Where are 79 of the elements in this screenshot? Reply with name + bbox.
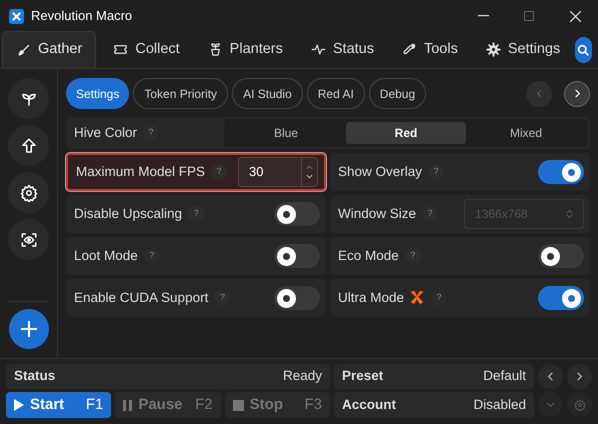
segment-option[interactable]: Blue — [226, 122, 346, 144]
start-button[interactable]: Start F1 — [6, 392, 112, 418]
toggle-switch[interactable] — [538, 244, 584, 268]
help-badge[interactable]: ? — [188, 206, 204, 222]
subtab[interactable]: Settings — [66, 78, 130, 109]
app-logo-icon — [9, 8, 24, 24]
subtab[interactable]: AI Studio — [232, 78, 303, 109]
setting-label: Eco Mode — [338, 246, 399, 265]
toggle-switch[interactable] — [274, 286, 320, 310]
window-title: Revolution Macro — [31, 7, 132, 26]
settings-icon — [574, 398, 586, 410]
number-field[interactable]: 30 — [238, 157, 318, 187]
play-icon — [14, 399, 24, 411]
search-button[interactable] — [575, 37, 592, 63]
settings-button[interactable] — [8, 172, 49, 213]
settings-icon — [20, 184, 38, 202]
plus-icon — [20, 320, 38, 338]
tab[interactable]: Settings — [472, 31, 574, 68]
setting-label: Ultra Mode — [338, 288, 404, 307]
preset-value: Default — [483, 367, 526, 386]
toggle-switch[interactable] — [274, 202, 320, 226]
next-button[interactable] — [564, 80, 590, 106]
setting-label: Disable Upscaling — [74, 204, 182, 223]
help-badge[interactable]: ? — [211, 164, 228, 180]
help-badge[interactable]: ? — [214, 290, 230, 306]
help-badge[interactable]: ? — [143, 125, 160, 141]
help-badge[interactable]: ? — [404, 248, 421, 264]
ticket-icon — [113, 42, 128, 57]
spin-down-icon[interactable] — [306, 174, 313, 179]
subtab[interactable]: Token Priority — [133, 78, 228, 109]
previous-preset-button[interactable] — [538, 364, 563, 389]
subtab[interactable]: Red AI — [306, 78, 365, 109]
shovel-icon — [16, 42, 31, 58]
help-badge[interactable]: ? — [428, 164, 444, 180]
upload-button[interactable] — [8, 125, 49, 166]
tab[interactable]: Gather — [2, 31, 96, 68]
next-preset-button[interactable] — [567, 364, 592, 389]
setting-label: Maximum Model FPS — [76, 162, 206, 181]
help-badge[interactable]: ? — [144, 248, 160, 264]
pause-icon — [123, 400, 132, 410]
minimize-icon — [478, 15, 488, 17]
account-value: Disabled — [473, 396, 526, 414]
chevron-down-icon — [546, 400, 555, 409]
chevron-left-icon — [534, 89, 544, 98]
subtab[interactable]: Debug — [368, 78, 426, 109]
chevron-right-icon — [575, 372, 584, 381]
pulse-icon — [310, 42, 326, 57]
up-arrow-icon — [20, 136, 38, 154]
eye-scan-icon — [20, 230, 38, 248]
setting-label: Window Size — [338, 204, 416, 223]
stop-icon — [232, 400, 244, 410]
status-label: Status — [14, 367, 56, 386]
status-value: Ready — [282, 367, 322, 386]
setting-label: Hive Color — [74, 124, 138, 142]
setting-label: Show Overlay — [338, 162, 422, 181]
sprout-button[interactable] — [8, 78, 49, 119]
chevron-right-icon — [572, 89, 582, 98]
add-button[interactable] — [8, 309, 48, 349]
preset-label: Preset — [342, 367, 384, 386]
tab[interactable]: Status — [298, 31, 387, 68]
tab[interactable]: Tools — [388, 31, 471, 68]
toggle-switch[interactable] — [538, 286, 584, 310]
setting-label: Enable CUDA Support — [74, 288, 208, 307]
updown-icon — [566, 209, 573, 219]
close-icon — [570, 10, 580, 22]
setting-label: Loot Mode — [74, 246, 138, 265]
segment-option[interactable]: Mixed — [466, 122, 586, 144]
maximize-icon — [524, 11, 534, 21]
toggle-switch[interactable] — [538, 160, 584, 184]
eye-scan-button[interactable] — [8, 219, 49, 260]
segment-option[interactable]: Red — [346, 122, 466, 144]
tab[interactable]: Planters — [194, 31, 296, 68]
gear-icon — [486, 42, 501, 57]
account-label: Account — [342, 396, 396, 414]
tab[interactable]: Collect — [100, 31, 193, 68]
help-badge[interactable]: ? — [431, 290, 448, 306]
search-icon — [577, 44, 590, 56]
chevron-left-icon — [546, 372, 555, 381]
toggle-switch[interactable] — [274, 244, 320, 268]
